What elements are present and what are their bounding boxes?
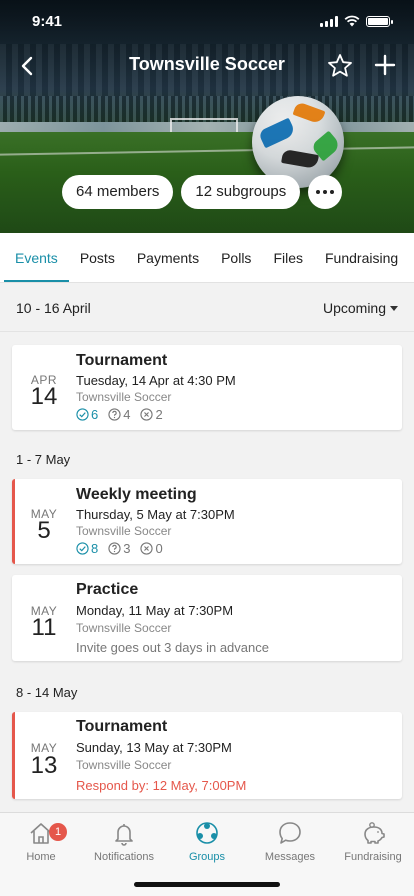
wifi-icon bbox=[344, 15, 360, 27]
nav-fundraising[interactable]: Fundraising bbox=[332, 819, 414, 863]
nav-notifications[interactable]: Notifications bbox=[83, 819, 165, 863]
filter-label: Upcoming bbox=[322, 300, 386, 316]
nav-messages[interactable]: Messages bbox=[249, 819, 331, 863]
event-title: Weekly meeting bbox=[76, 486, 197, 503]
event-day: 5 bbox=[37, 517, 51, 544]
event-day: 14 bbox=[30, 383, 58, 410]
check-circle-icon bbox=[76, 542, 89, 555]
nav-bar: Townsville Soccer bbox=[0, 44, 414, 88]
tab-polls[interactable]: Polls bbox=[210, 233, 262, 282]
tab-fundraising[interactable]: Fundraising bbox=[314, 233, 409, 282]
group-stats-row: 64 members 12 subgroups bbox=[62, 175, 343, 209]
caret-down-icon bbox=[390, 305, 398, 311]
event-day: 11 bbox=[31, 614, 57, 641]
subgroups-button[interactable]: 12 subgroups bbox=[181, 175, 301, 209]
event-card[interactable]: MAY 11 Practice Monday, 11 May at 7:30PM… bbox=[12, 575, 402, 661]
add-icon[interactable] bbox=[372, 52, 398, 78]
notification-badge: 1 bbox=[49, 823, 67, 841]
piggy-bank-icon bbox=[364, 822, 385, 844]
section-label: 1 - 7 May bbox=[16, 452, 71, 467]
x-circle-icon bbox=[140, 542, 154, 555]
rsvp-no-count: 0 bbox=[155, 541, 163, 556]
upcoming-filter-dropdown[interactable]: Upcoming bbox=[323, 300, 398, 316]
respond-by-note: Respond by: 12 May, 7:00PM bbox=[76, 778, 247, 793]
members-button[interactable]: 64 members bbox=[62, 175, 174, 209]
x-circle-icon bbox=[140, 408, 154, 421]
status-time: 9:41 bbox=[32, 13, 63, 30]
event-datetime: Tuesday, 14 Apr at 4:30 PM bbox=[76, 373, 236, 388]
event-title: Tournament bbox=[76, 718, 168, 735]
rsvp-maybe-count: 4 bbox=[123, 407, 131, 422]
more-options-button[interactable] bbox=[308, 175, 343, 209]
event-datetime: Sunday, 13 May at 7:30PM bbox=[76, 740, 232, 755]
event-group: Townsville Soccer bbox=[76, 524, 172, 538]
battery-icon bbox=[366, 15, 393, 27]
nav-messages-label: Messages bbox=[264, 851, 316, 863]
event-datetime: Monday, 11 May at 7:30PM bbox=[76, 603, 234, 618]
tab-files[interactable]: Files bbox=[262, 233, 314, 282]
question-circle-icon bbox=[108, 542, 121, 555]
bell-icon bbox=[115, 824, 133, 846]
rsvp-counts: 6 4 2 bbox=[76, 407, 163, 422]
event-group: Townsville Soccer bbox=[76, 390, 172, 404]
nav-groups-label: Groups bbox=[188, 851, 226, 863]
group-tabs: Events Posts Payments Polls Files Fundra… bbox=[0, 233, 414, 283]
section-label: 8 - 14 May bbox=[16, 685, 78, 700]
nav-fundraising-label: Fundraising bbox=[344, 851, 402, 863]
more-dots-icon bbox=[316, 190, 321, 194]
rsvp-counts: 8 3 0 bbox=[76, 541, 163, 556]
status-bar: 9:41 bbox=[0, 0, 414, 44]
tab-payments[interactable]: Payments bbox=[126, 233, 210, 282]
tab-posts[interactable]: Posts bbox=[69, 233, 126, 282]
check-circle-icon bbox=[76, 408, 89, 421]
home-indicator bbox=[134, 882, 280, 887]
rsvp-yes-count: 6 bbox=[91, 407, 99, 422]
event-group: Townsville Soccer bbox=[76, 621, 172, 635]
rsvp-maybe-count: 3 bbox=[123, 541, 131, 556]
tab-events[interactable]: Events bbox=[4, 233, 69, 282]
groups-icon bbox=[196, 822, 218, 844]
event-card[interactable]: APR 14 Tournament Tuesday, 14 Apr at 4:3… bbox=[12, 345, 402, 430]
event-note: Invite goes out 3 days in advance bbox=[76, 640, 269, 655]
event-title: Tournament bbox=[76, 352, 168, 369]
event-title: Practice bbox=[76, 581, 139, 598]
date-range-label: 10 - 16 April bbox=[16, 300, 91, 316]
event-card[interactable]: MAY 13 Tournament Sunday, 13 May at 7:30… bbox=[12, 712, 402, 799]
event-card[interactable]: MAY 5 Weekly meeting Thursday, 5 May at … bbox=[12, 479, 402, 564]
nav-home[interactable]: Home 1 bbox=[0, 819, 82, 863]
event-day: 13 bbox=[30, 752, 58, 779]
nav-notifications-label: Notifications bbox=[94, 851, 154, 863]
nav-groups[interactable]: Groups bbox=[166, 819, 248, 863]
event-datetime: Thursday, 5 May at 7:30PM bbox=[76, 507, 235, 522]
nav-home-label: Home bbox=[26, 851, 56, 863]
question-circle-icon bbox=[108, 408, 121, 421]
date-range-bar: 10 - 16 April Upcoming bbox=[0, 284, 414, 332]
event-group: Townsville Soccer bbox=[76, 758, 172, 772]
cellular-signal-icon bbox=[320, 15, 338, 27]
rsvp-no-count: 2 bbox=[155, 407, 163, 422]
star-icon[interactable] bbox=[326, 52, 354, 80]
rsvp-yes-count: 8 bbox=[91, 541, 99, 556]
chat-bubble-icon bbox=[279, 822, 301, 844]
